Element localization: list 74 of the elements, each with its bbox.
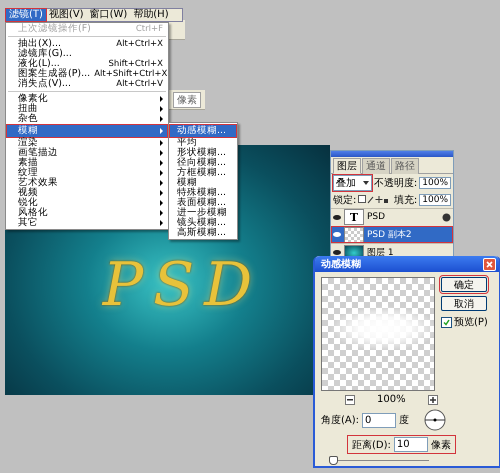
layer-name: PSD 副本2 bbox=[367, 228, 413, 242]
check-icon bbox=[443, 318, 450, 326]
opacity-label: 不透明度: bbox=[374, 176, 418, 190]
menu-item[interactable]: 液化(L)... Shift+Ctrl+X bbox=[6, 59, 168, 69]
fill-field[interactable]: 100% bbox=[419, 194, 451, 206]
submenu-item[interactable]: 动感模糊... bbox=[169, 124, 237, 138]
submenu-item[interactable]: 形状模糊... bbox=[169, 148, 237, 158]
submenu-item[interactable]: 进一步模糊 bbox=[169, 208, 237, 218]
angle-unit: 度 bbox=[399, 414, 410, 427]
angle-label: 角度(A): bbox=[321, 414, 360, 427]
lock-label: 锁定: bbox=[333, 194, 356, 207]
submenu-item[interactable]: 镜头模糊... bbox=[169, 218, 237, 228]
submenu-item[interactable]: 径向模糊... bbox=[169, 158, 237, 168]
menu-item[interactable]: 锐化 bbox=[6, 198, 168, 208]
menu-item[interactable]: 画笔描边 bbox=[6, 148, 168, 158]
submenu-item[interactable]: 方框模糊... bbox=[169, 168, 237, 178]
ok-button[interactable]: 确定 bbox=[441, 277, 487, 292]
menu-bar-item[interactable]: 滤镜(T) bbox=[6, 9, 46, 21]
zoom-out-button[interactable] bbox=[345, 394, 355, 404]
opacity-field[interactable]: 100% bbox=[419, 176, 451, 189]
layer-thumbnail: T bbox=[344, 209, 364, 226]
dropdown-arrow-icon bbox=[362, 180, 369, 185]
menu-bar-item[interactable]: 帮助(H) bbox=[130, 9, 172, 21]
fill-label: 填充: bbox=[394, 194, 418, 207]
menu-item[interactable]: 渲染 bbox=[6, 138, 168, 148]
menu-item[interactable]: 风格化 bbox=[6, 208, 168, 218]
lock-icons[interactable] bbox=[358, 195, 388, 204]
menu-bar-item[interactable]: 窗口(W) bbox=[86, 9, 130, 21]
layer-row[interactable]: PSD 副本2 bbox=[331, 226, 453, 244]
slider-thumb[interactable] bbox=[329, 456, 338, 465]
layer-thumbnail bbox=[344, 226, 364, 243]
layer-name: 图层 1 bbox=[367, 247, 395, 260]
close-icon bbox=[486, 260, 493, 268]
canvas-text: PSD bbox=[102, 255, 262, 315]
menu-item[interactable]: 其它 bbox=[6, 218, 168, 228]
zoom-in-button[interactable] bbox=[428, 394, 438, 404]
plus-icon bbox=[430, 396, 436, 402]
submenu-item[interactable]: 高斯模糊... bbox=[169, 228, 237, 238]
preview-checkbox[interactable]: 预览(P) bbox=[441, 315, 488, 329]
distance-label: 距离(D): bbox=[352, 438, 391, 452]
menu-item[interactable]: 素描 bbox=[6, 158, 168, 168]
layer-row[interactable]: T PSD bbox=[331, 208, 453, 226]
angle-dial[interactable] bbox=[424, 409, 446, 431]
effects-icon[interactable] bbox=[442, 212, 451, 222]
panel-tab[interactable]: 图层 bbox=[333, 158, 361, 174]
minus-icon bbox=[347, 398, 353, 400]
resample-field[interactable]: 像素 bbox=[173, 92, 201, 108]
menu-item[interactable]: 扭曲 bbox=[6, 104, 168, 114]
distance-field[interactable]: 10 bbox=[394, 437, 428, 452]
menu-item[interactable]: 滤镜库(G)... bbox=[6, 49, 168, 59]
panel-tab[interactable]: 路径 bbox=[391, 158, 419, 174]
menu-item[interactable]: 图案生成器(P)... Alt+Shift+Ctrl+X bbox=[6, 69, 168, 79]
menu-item[interactable]: 视频 bbox=[6, 188, 168, 198]
menu-item[interactable]: 纹理 bbox=[6, 168, 168, 178]
close-button[interactable] bbox=[483, 258, 496, 270]
submenu-item[interactable]: 模糊 bbox=[169, 178, 237, 188]
checkbox[interactable] bbox=[441, 316, 452, 328]
menu-item[interactable]: 消失点(V)... Alt+Ctrl+V bbox=[6, 79, 168, 89]
distance-unit: 像素 bbox=[430, 438, 451, 452]
submenu-item[interactable]: 特殊模糊... bbox=[169, 188, 237, 198]
cancel-button[interactable]: 取消 bbox=[441, 296, 487, 311]
eye-icon[interactable] bbox=[333, 214, 341, 220]
menu-item[interactable]: 模糊 bbox=[6, 124, 168, 138]
menu-bar-item[interactable]: 视图(V) bbox=[46, 9, 87, 21]
angle-field[interactable]: 0 bbox=[362, 412, 396, 428]
menu-item[interactable]: 抽出(X)... Alt+Ctrl+X bbox=[6, 39, 168, 49]
panel-tab[interactable]: 通道 bbox=[362, 158, 390, 174]
eye-icon[interactable] bbox=[333, 250, 341, 256]
submenu-item[interactable]: 表面模糊... bbox=[169, 198, 237, 208]
menu-item[interactable]: 艺术效果 bbox=[6, 178, 168, 188]
menu-item[interactable]: 像素化 bbox=[6, 94, 168, 104]
blend-mode-select[interactable]: 叠加 bbox=[333, 174, 372, 191]
layer-name: PSD bbox=[367, 212, 386, 222]
zoom-level: 100% bbox=[377, 394, 406, 405]
